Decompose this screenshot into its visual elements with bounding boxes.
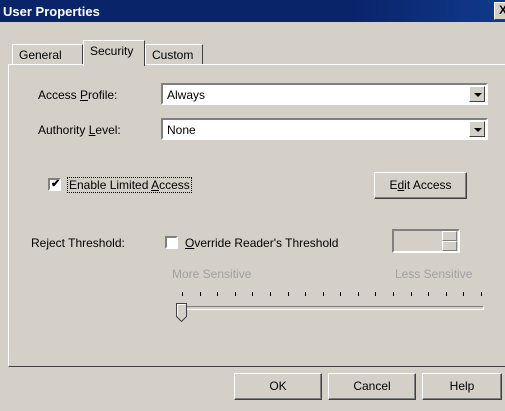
- security-tab-panel: [8, 64, 505, 367]
- close-icon: X: [498, 3, 505, 17]
- cancel-button[interactable]: Cancel: [328, 373, 416, 400]
- tab-custom[interactable]: Custom: [145, 44, 203, 65]
- tab-security[interactable]: Security: [83, 40, 145, 66]
- user-properties-dialog: User Properties X General Security Custo…: [0, 0, 505, 411]
- help-button[interactable]: Help: [422, 373, 502, 400]
- tab-general[interactable]: General: [12, 44, 83, 65]
- tab-general-label: General: [19, 48, 62, 62]
- tab-custom-label: Custom: [152, 48, 194, 62]
- close-button[interactable]: X: [494, 2, 505, 20]
- window-title: User Properties: [3, 4, 100, 19]
- tab-security-label: Security: [90, 44, 134, 58]
- ok-button[interactable]: OK: [234, 373, 322, 400]
- title-bar[interactable]: User Properties X: [0, 0, 505, 22]
